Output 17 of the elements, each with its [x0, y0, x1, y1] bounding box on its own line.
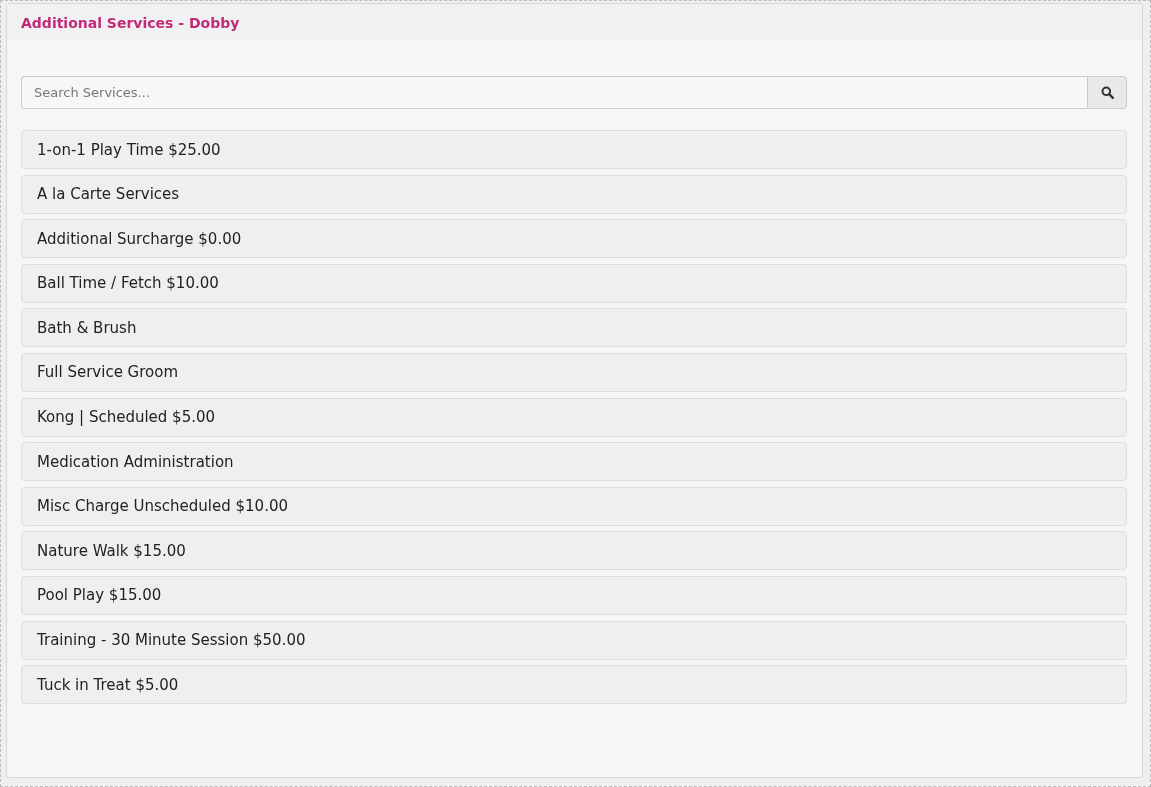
- service-item[interactable]: A la Carte Services: [21, 174, 1127, 214]
- service-item[interactable]: Misc Charge Unscheduled $10.00: [21, 486, 1127, 526]
- service-item[interactable]: Kong | Scheduled $5.00: [21, 397, 1127, 437]
- service-item[interactable]: 1-on-1 Play Time $25.00: [21, 130, 1127, 169]
- service-item[interactable]: Tuck in Treat $5.00: [21, 665, 1127, 705]
- search-button[interactable]: [1087, 76, 1127, 109]
- search-field[interactable]: Search Services...: [21, 76, 1087, 109]
- service-item[interactable]: Training - 30 Minute Session $50.00: [21, 620, 1127, 660]
- service-item[interactable]: Full Service Groom: [21, 352, 1127, 392]
- panel-title: Additional Services - Dobby: [21, 14, 240, 31]
- service-item[interactable]: Additional Surcharge $0.00: [21, 219, 1127, 259]
- service-item[interactable]: Nature Walk $15.00: [21, 531, 1127, 571]
- service-item[interactable]: Bath & Brush: [21, 308, 1127, 348]
- search-icon: [1100, 86, 1114, 99]
- service-item[interactable]: Medication Administration: [21, 442, 1127, 482]
- service-item[interactable]: Ball Time / Fetch $10.00: [21, 263, 1127, 303]
- service-item[interactable]: Pool Play $15.00: [21, 575, 1127, 615]
